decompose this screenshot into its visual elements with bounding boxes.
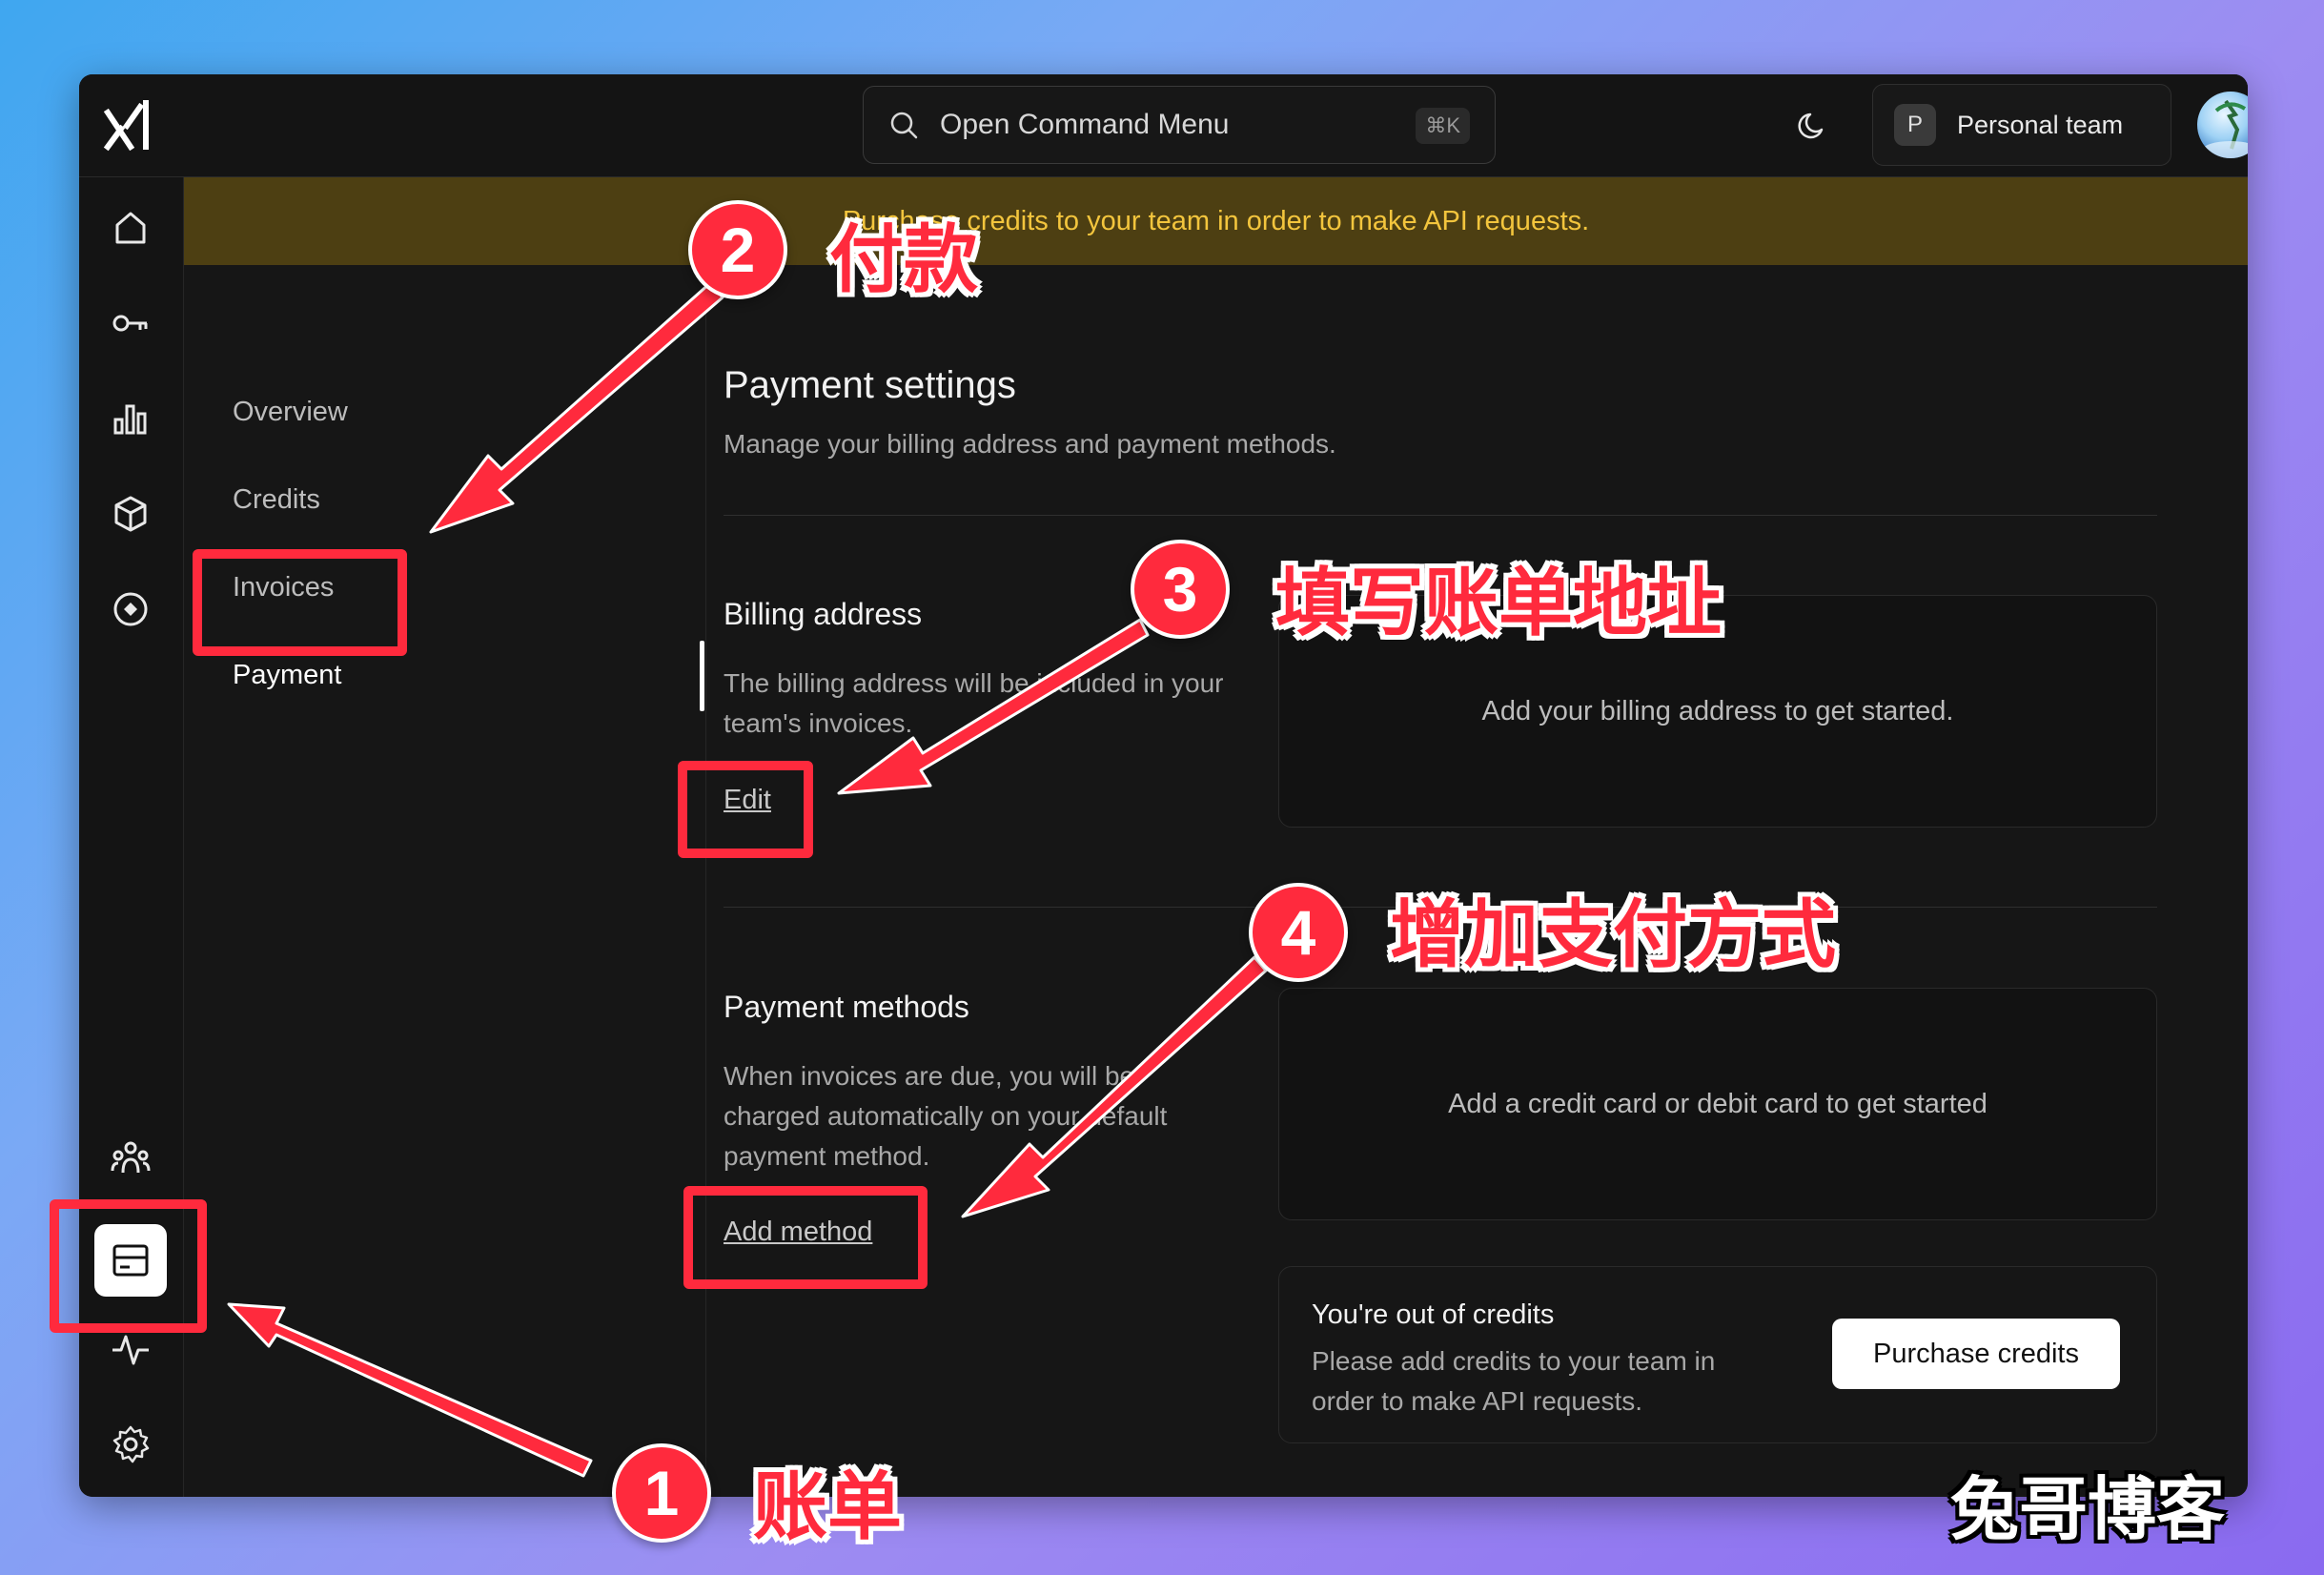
annotation-label-3: 填写账单地址 xyxy=(1275,561,1723,646)
user-avatar[interactable] xyxy=(2197,92,2248,158)
team-icon[interactable] xyxy=(109,1136,153,1180)
annotation-label-2: 付款 xyxy=(829,217,979,303)
purchase-credits-button[interactable]: Purchase credits xyxy=(1832,1319,2120,1389)
key-icon[interactable] xyxy=(109,301,153,345)
scroll-indicator xyxy=(700,641,704,711)
credits-card-description: Please add credits to your team in order… xyxy=(1312,1346,1716,1416)
moon-icon[interactable] xyxy=(1795,107,1831,143)
annotation-box-payment xyxy=(193,549,407,656)
payment-methods-description: When invoices are due, you will be charg… xyxy=(724,1061,1168,1171)
activity-icon[interactable] xyxy=(109,1327,153,1371)
annotation-box-edit xyxy=(678,761,813,858)
annotation-badge-3: 3 xyxy=(1131,540,1230,639)
out-of-credits-banner: Purchase credits to your team in order t… xyxy=(184,177,2248,265)
divider xyxy=(724,515,2157,516)
page-title: Payment settings xyxy=(724,364,1016,406)
search-icon xyxy=(890,112,918,139)
subnav-item-payment[interactable]: Payment xyxy=(233,660,341,691)
annotation-label-4: 增加支付方式 xyxy=(1390,892,1837,978)
team-name: Personal team xyxy=(1957,110,2124,139)
payment-methods-title: Payment methods xyxy=(724,990,969,1024)
compass-icon[interactable] xyxy=(109,587,153,631)
app-window: Open Command Menu ⌘K P Personal team Pur… xyxy=(79,74,2248,1497)
cube-icon[interactable] xyxy=(109,492,153,536)
xai-logo-icon[interactable] xyxy=(102,93,157,160)
annotation-badge-4: 4 xyxy=(1249,883,1348,982)
bar-chart-icon[interactable] xyxy=(109,397,153,440)
search-placeholder: Open Command Menu xyxy=(940,109,1230,140)
billing-address-title: Billing address xyxy=(724,597,923,631)
credits-card-title: You're out of credits xyxy=(1312,1299,1555,1330)
page-subtitle: Manage your billing address and payment … xyxy=(724,429,1336,459)
team-avatar: P xyxy=(1894,104,1936,146)
annotation-badge-2: 2 xyxy=(688,200,787,299)
billing-address-description: The billing address will be included in … xyxy=(724,668,1224,738)
top-bar: Open Command Menu ⌘K P Personal team xyxy=(79,74,2248,177)
subnav-item-overview[interactable]: Overview xyxy=(233,397,348,428)
home-icon[interactable] xyxy=(109,206,153,250)
payment-methods-panel: Add a credit card or debit card to get s… xyxy=(1278,988,2157,1220)
annotation-label-1: 账单 xyxy=(753,1464,903,1550)
billing-subnav: Overview Credits Invoices Payment xyxy=(184,265,706,1497)
command-menu-search[interactable]: Open Command Menu ⌘K xyxy=(863,86,1496,164)
gear-icon[interactable] xyxy=(109,1422,153,1466)
subnav-item-credits[interactable]: Credits xyxy=(233,484,320,516)
shortcut-badge: ⌘K xyxy=(1416,108,1470,144)
watermark: 兔哥博客 xyxy=(1950,1469,2226,1549)
out-of-credits-card: You're out of credits Please add credits… xyxy=(1278,1266,2157,1443)
team-switcher-button[interactable]: P Personal team xyxy=(1872,84,2171,166)
annotation-box-add-method xyxy=(683,1186,928,1289)
annotation-badge-1: 1 xyxy=(612,1443,711,1543)
annotation-box-billing xyxy=(50,1199,207,1333)
